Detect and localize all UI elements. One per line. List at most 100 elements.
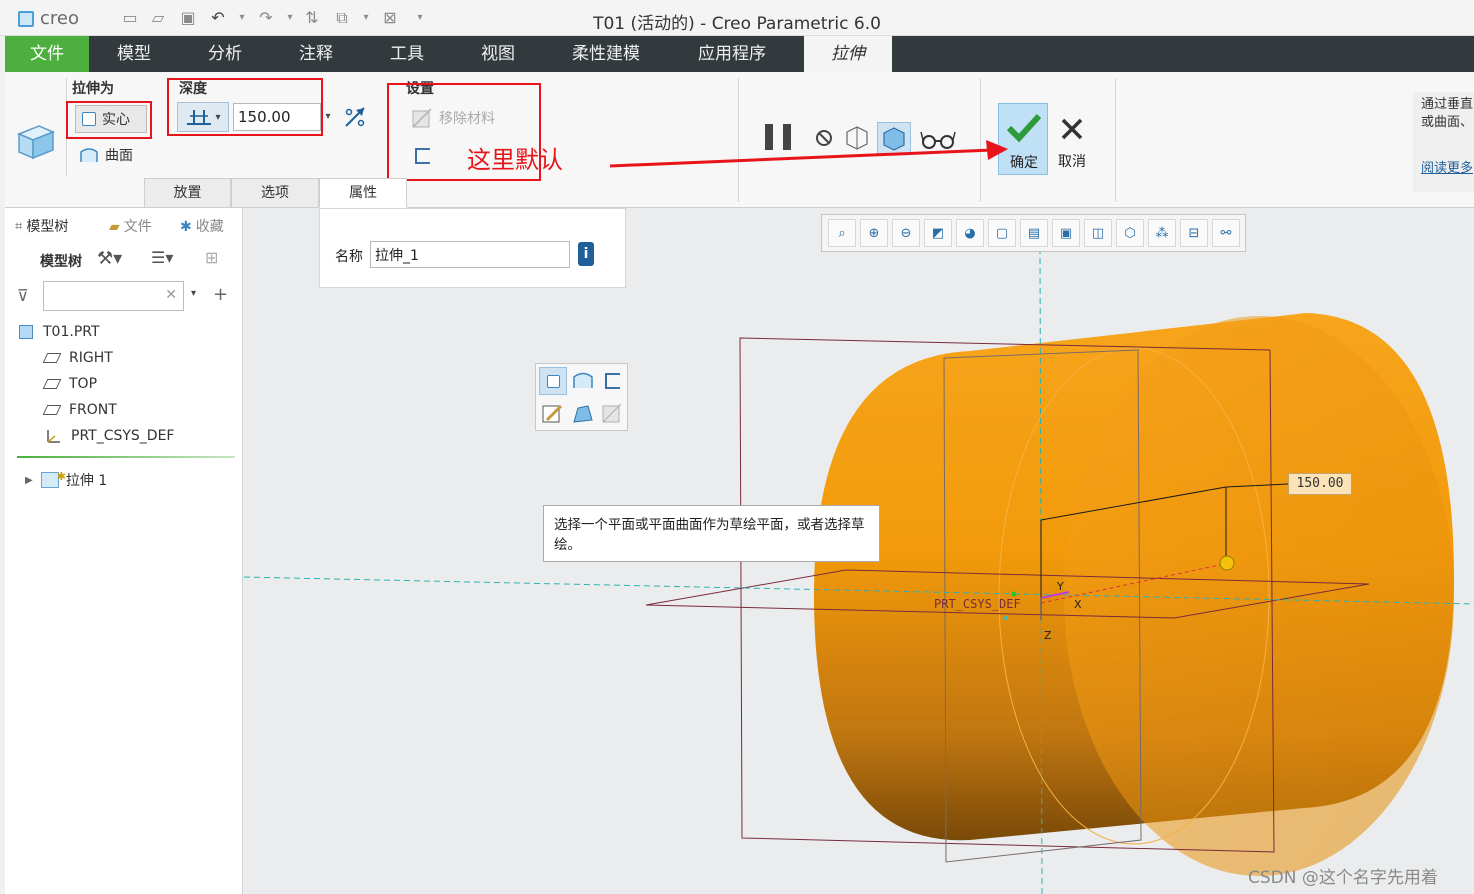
zoom-out-icon[interactable]: ⊖ [892, 219, 920, 247]
watermark: CSDN @这个名字先用着 [1248, 868, 1438, 888]
tab-extrude[interactable]: 拉伸 [804, 36, 892, 72]
datum-plane-icon [42, 379, 62, 389]
feature-name-input[interactable] [370, 241, 570, 268]
panel-tab-model-tree-label: 模型树 [26, 219, 69, 235]
annotation-display-icon[interactable]: ⊟ [1180, 219, 1208, 247]
surface-button[interactable]: 曲面 [79, 145, 133, 165]
mini-sketch-icon[interactable] [541, 402, 563, 426]
cylinder-end-cap [1064, 316, 1454, 876]
tab-view[interactable]: 视图 [453, 36, 543, 72]
axis-x-label: X [1074, 598, 1082, 611]
repaint-icon[interactable]: ◩ [924, 219, 952, 247]
csys-label: PRT_CSYS_DEF [934, 597, 1021, 611]
tree-item-part-label: T01.PRT [43, 324, 100, 340]
tab-model[interactable]: 模型 [89, 36, 179, 72]
tree-settings-icon[interactable]: ⚒▾ [97, 248, 122, 269]
tab-analysis[interactable]: 分析 [179, 36, 271, 72]
tree-show-icon[interactable]: ☰▾ [151, 248, 173, 267]
expand-arrow-icon[interactable]: ▶ [25, 475, 33, 486]
tree-item-front[interactable]: FRONT [42, 400, 117, 420]
subtab-placement[interactable]: 放置 [144, 178, 231, 208]
panel-tab-files[interactable]: ▰ 文件 [109, 214, 165, 240]
panel-tab-favorites-label: 收藏 [195, 219, 224, 235]
axis-y-label: Y [1056, 580, 1064, 593]
tab-annotate[interactable]: 注释 [271, 36, 361, 72]
panel-tab-model-tree[interactable]: ⌗ 模型树 [15, 214, 68, 240]
tree-item-right[interactable]: RIGHT [42, 348, 113, 368]
csys-origin-marker [1004, 616, 1008, 620]
part-icon [19, 325, 33, 339]
filter-dropdown-icon[interactable]: ▾ [191, 288, 196, 299]
add-filter-icon[interactable]: + [213, 284, 228, 305]
datum-display-icon[interactable]: ⁂ [1148, 219, 1176, 247]
flip-direction-icon[interactable] [342, 104, 368, 130]
perspective-icon[interactable]: ▣ [1052, 219, 1080, 247]
tree-item-csys-label: PRT_CSYS_DEF [71, 428, 175, 444]
panel-tab-favorites[interactable]: ✱ 收藏 [180, 214, 236, 240]
surface-icon [80, 148, 98, 162]
saved-orientations-icon[interactable]: ▢ [988, 219, 1016, 247]
depth-highlight-box [167, 78, 323, 136]
clear-filter-icon[interactable]: ✕ [165, 287, 177, 303]
mini-remove-icon[interactable] [600, 402, 624, 426]
tab-tools[interactable]: 工具 [361, 36, 453, 72]
view-manager-icon[interactable]: ▤ [1020, 219, 1048, 247]
name-label: 名称 [335, 249, 363, 265]
cancel-button[interactable]: 取消 [1051, 103, 1093, 175]
mini-solid-icon [546, 374, 560, 388]
mini-thicken-icon[interactable] [602, 370, 624, 392]
info-icon[interactable]: i [578, 242, 594, 266]
properties-pane: 名称 i [319, 208, 626, 288]
tree-item-extrude-label: 拉伸 1 [65, 473, 108, 489]
depth-drag-handle[interactable] [1219, 555, 1235, 571]
csys-icon [47, 430, 60, 443]
help-text-line2: 或曲面、 [1421, 115, 1474, 130]
cancel-label: 取消 [1058, 154, 1086, 170]
tree-item-part[interactable]: T01.PRT [19, 322, 100, 342]
filter-input[interactable]: ✕ [43, 281, 184, 311]
panel-tab-files-label: 文件 [123, 219, 152, 235]
tree-item-top-label: TOP [69, 376, 98, 392]
tree-item-top[interactable]: TOP [42, 374, 98, 394]
subtab-options[interactable]: 选项 [231, 178, 319, 208]
mini-surface-icon[interactable] [572, 370, 594, 392]
axis-z-label: Z [1044, 629, 1052, 642]
extrude-as-label: 拉伸为 [72, 81, 114, 97]
tree-columns-icon[interactable]: ⊞ [205, 248, 218, 267]
datum-plane-icon [42, 405, 62, 415]
datum-plane-icon [42, 353, 62, 363]
mini-solid-button[interactable] [539, 367, 567, 395]
shading-icon[interactable]: ◕ [956, 219, 984, 247]
solid-highlight-box [66, 101, 152, 139]
spin-center-icon[interactable]: ⚯ [1212, 219, 1240, 247]
subtab-properties[interactable]: 属性 [319, 178, 407, 208]
tree-item-csys[interactable]: PRT_CSYS_DEF [45, 426, 174, 446]
refit-icon[interactable]: ⌕ [828, 219, 856, 247]
sketch-plane-tooltip: 选择一个平面或平面曲面作为草绘平面，或者选择草绘。 [543, 505, 880, 562]
tab-file[interactable]: 文件 [5, 36, 89, 72]
tree-item-front-label: FRONT [69, 402, 117, 418]
cancel-x-icon [1061, 118, 1083, 140]
tree-item-right-label: RIGHT [69, 350, 113, 366]
help-text-line1: 通过垂直 [1421, 97, 1474, 112]
zoom-in-icon[interactable]: ⊕ [860, 219, 888, 247]
tree-icon: ⌗ [15, 219, 23, 234]
csys-origin-marker [1011, 591, 1017, 597]
favorites-icon: ✱ [180, 219, 192, 235]
ribbon-separator [1115, 78, 1116, 202]
tree-item-extrude[interactable]: ▶ ✱ 拉伸 1 [25, 470, 107, 490]
tab-applications[interactable]: 应用程序 [669, 36, 795, 72]
mini-extrude-icon[interactable] [570, 402, 594, 426]
tab-flexible-modeling[interactable]: 柔性建模 [543, 36, 669, 72]
display-style-icon[interactable]: ⬡ [1116, 219, 1144, 247]
depth-dimension-box[interactable]: 150.00 [1288, 473, 1352, 495]
section-icon[interactable]: ◫ [1084, 219, 1112, 247]
new-feature-star-icon: ✱ [56, 469, 66, 483]
depth-value-dropdown-icon[interactable]: ▾ [321, 103, 335, 131]
model-tree-panel: ⌗ 模型树 ▰ 文件 ✱ 收藏 模型树 ⚒▾ ☰▾ ⊞ ⊽ ✕ ▾ + T01.… [5, 208, 243, 894]
read-more-link[interactable]: 阅读更多 [1421, 160, 1474, 178]
menu-bar: 文件 模型 分析 注释 工具 视图 柔性建模 应用程序 拉伸 [5, 36, 1474, 72]
tree-header: 模型树 [40, 254, 82, 270]
window-title: T01 (活动的) - Creo Parametric 6.0 [593, 14, 881, 34]
folder-icon: ▰ [109, 219, 120, 235]
